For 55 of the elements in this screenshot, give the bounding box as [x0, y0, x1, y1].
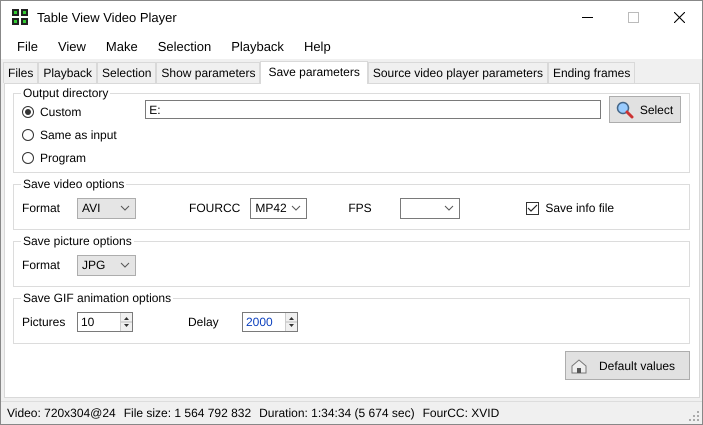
radio-label: Custom — [40, 105, 82, 119]
group-title: Save GIF animation options — [22, 291, 172, 305]
caret-icon — [120, 262, 130, 268]
radio-button[interactable] — [22, 106, 34, 118]
app-icon — [12, 9, 28, 25]
status-text: File size: 1 564 792 832 — [124, 406, 252, 420]
radio-button[interactable] — [22, 152, 34, 164]
radio-button[interactable] — [22, 129, 34, 141]
menu-item[interactable]: File — [7, 38, 48, 54]
radio-label: Program — [40, 151, 86, 165]
menu-item[interactable]: View — [48, 38, 96, 54]
pictures-label: Pictures — [22, 315, 66, 329]
checkbox-label: Save info file — [545, 201, 614, 215]
close-icon[interactable] — [674, 12, 685, 22]
group-title: Save picture options — [22, 234, 133, 248]
caret-icon — [291, 205, 302, 211]
tab[interactable]: Show parameters — [156, 62, 260, 83]
fps-dropdown[interactable] — [400, 198, 460, 218]
house-icon — [571, 358, 587, 374]
format-dropdown[interactable]: JPG — [77, 254, 136, 276]
window-title: Table View Video Player — [37, 10, 177, 24]
menu-item[interactable]: Playback — [221, 38, 294, 54]
status-text: Duration: 1:34:34 (5 674 sec) — [259, 406, 415, 420]
radio-label: Same as input — [40, 128, 117, 142]
menu-item[interactable]: Help — [294, 38, 341, 54]
magnifier-icon — [616, 100, 634, 118]
checkbox[interactable] — [526, 202, 540, 214]
caret-icon — [444, 205, 454, 211]
tab[interactable]: Ending frames — [548, 62, 636, 83]
format-label: Format — [22, 258, 62, 272]
group-title: Save video options — [22, 177, 126, 191]
format-label: Format — [22, 201, 62, 215]
pictures-spinner[interactable]: 10 — [77, 312, 133, 332]
default-values-button[interactable]: Default values — [565, 351, 690, 380]
tab[interactable]: Selection — [97, 62, 156, 83]
minimize-icon[interactable] — [582, 16, 593, 18]
tab[interactable]: Source video player parameters — [368, 62, 548, 83]
group-title: Output directory — [22, 86, 110, 100]
tab[interactable]: Save parameters — [260, 61, 368, 84]
status-text: Video: 720x304@24 — [7, 406, 116, 420]
tab[interactable]: Playback — [38, 62, 98, 83]
fourcc-label: FOURCC — [189, 201, 240, 215]
menu-item[interactable]: Selection — [148, 38, 222, 54]
resize-grip-icon[interactable] — [689, 411, 699, 421]
format-dropdown[interactable]: AVI — [77, 198, 136, 218]
path-field[interactable]: E: — [145, 100, 601, 119]
select-button[interactable]: Select — [608, 96, 681, 123]
delay-label: Delay — [188, 315, 220, 329]
fourcc-dropdown[interactable]: MP42 — [250, 198, 308, 218]
status-text: FourCC: XVID — [422, 406, 500, 420]
fps-label: FPS — [348, 201, 373, 215]
delay-spinner[interactable]: 2000 — [242, 312, 298, 332]
menu-item[interactable]: Make — [96, 38, 148, 54]
tab[interactable]: Files — [3, 62, 38, 83]
caret-icon — [120, 205, 130, 211]
